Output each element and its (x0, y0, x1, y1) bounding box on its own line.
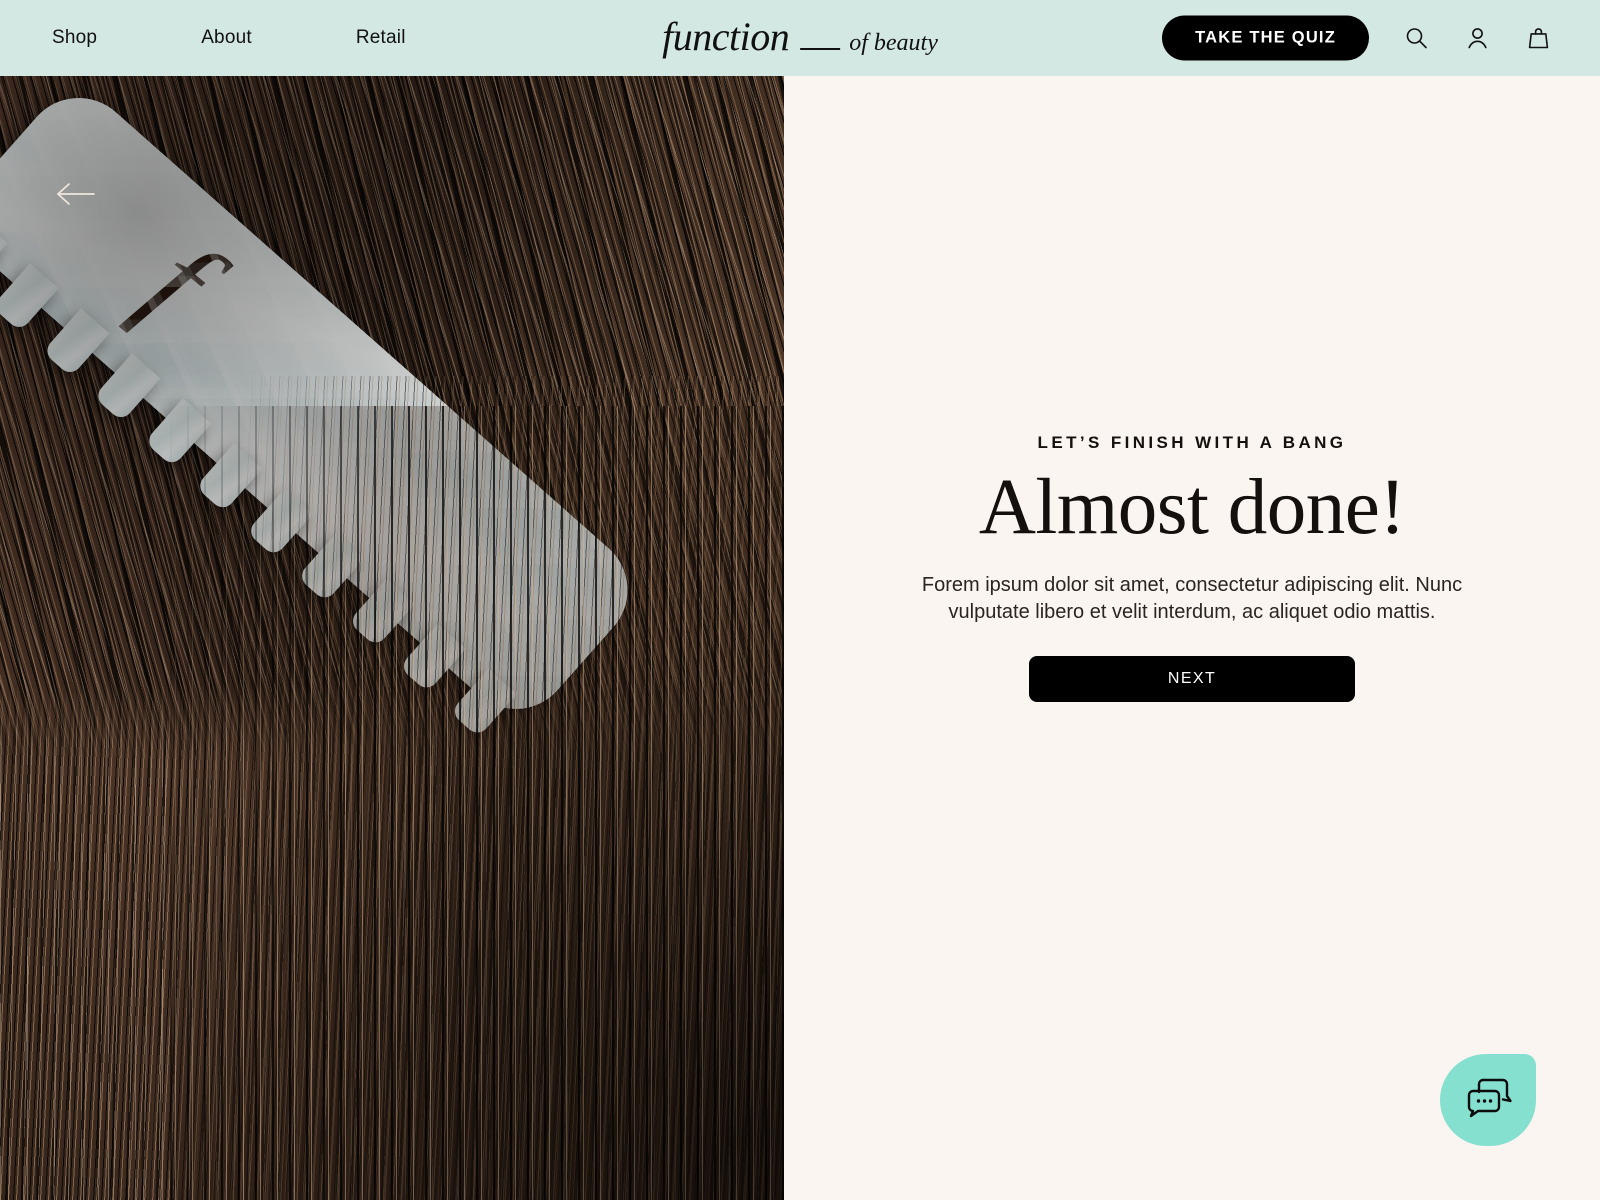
logo-dash-divider (800, 48, 841, 50)
hero-image-panel: f (0, 76, 784, 1200)
primary-nav: Shop About Retail (52, 27, 406, 49)
quiz-step-content: LET’S FINISH WITH A BANG Almost done! Fo… (872, 433, 1512, 703)
nav-item-shop[interactable]: Shop (52, 27, 97, 49)
account-icon[interactable] (1463, 24, 1491, 52)
body-copy: Forem ipsum dolor sit amet, consectetur … (921, 573, 1463, 623)
header-actions: TAKE THE QUIZ (1162, 15, 1552, 61)
nav-item-retail[interactable]: Retail (356, 27, 406, 49)
site-header: Shop About Retail function of beauty TAK… (0, 0, 1600, 76)
search-icon[interactable] (1402, 24, 1430, 52)
brand-logo[interactable]: function of beauty (662, 17, 938, 59)
logo-wordmark: function (662, 14, 790, 59)
nav-item-about[interactable]: About (201, 27, 252, 49)
logo-tagline: of beauty (849, 30, 938, 56)
eyebrow-text: LET’S FINISH WITH A BANG (1037, 433, 1347, 452)
comb-engraved-f-logo: f (116, 212, 239, 350)
next-button[interactable]: NEXT (1029, 656, 1355, 703)
chat-launcher-button[interactable] (1440, 1054, 1536, 1146)
cart-icon[interactable] (1524, 24, 1552, 52)
quiz-content-panel: LET’S FINISH WITH A BANG Almost done! Fo… (784, 76, 1600, 1200)
back-arrow-icon[interactable] (52, 176, 98, 212)
chat-bubbles-icon (1461, 1074, 1515, 1127)
take-the-quiz-button[interactable]: TAKE THE QUIZ (1162, 15, 1369, 61)
page-title: Almost done! (978, 464, 1406, 551)
